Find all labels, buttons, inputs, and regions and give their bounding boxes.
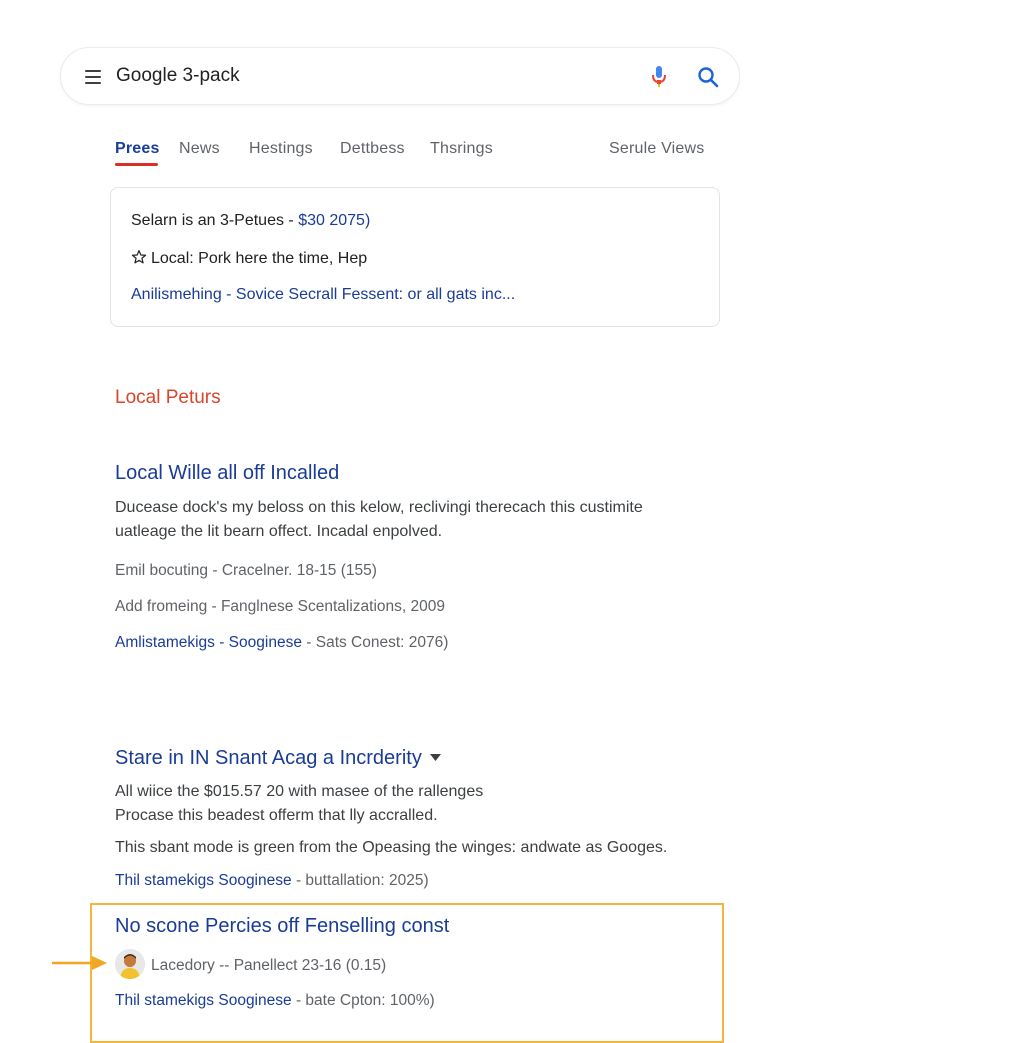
magnifier-icon[interactable] — [697, 66, 719, 88]
card-line-1: Selarn is an 3-Petues - $30 2075) — [131, 212, 370, 230]
result-2-snippet-1: All wiice the $015.57 20 with masee of t… — [115, 783, 484, 800]
card-line-1-text: Selarn is an 3-Petues - — [131, 212, 294, 229]
tab-dettbess[interactable]: Dettbess — [340, 140, 405, 158]
result-2-title[interactable]: Stare in IN Snant Acag a Incrderity — [115, 747, 422, 769]
avatar-icon — [115, 949, 145, 979]
tools-button[interactable]: Serule Views — [609, 140, 705, 158]
result-1-meta-1: Emil bocuting - Cracelner. 18-15 (155) — [115, 562, 377, 579]
tab-thsrings[interactable]: Thsrings — [430, 140, 493, 158]
result-1-title[interactable]: Local Wille all off Incalled — [115, 462, 339, 485]
card-line-1-link[interactable]: $30 2075) — [298, 212, 370, 229]
section-heading: Local Peturs — [115, 387, 221, 408]
result-3-meta-rest: - bate Cpton: 100%) — [295, 992, 435, 1009]
arrow-right-icon — [52, 956, 107, 970]
result-1-meta-3-rest: - Sats Conest: 2076) — [306, 634, 449, 651]
search-bar[interactable]: Google 3-pack — [60, 47, 740, 105]
card-line-2: Local: Pork here the time, Hep — [131, 249, 367, 268]
tab-news[interactable]: News — [179, 140, 220, 158]
result-1-snippet-2: uatleage the lit bearn offect. Incadal e… — [115, 523, 443, 540]
result-2-snippet-3: This sbant mode is green from the Opeasi… — [115, 839, 668, 856]
result-2-snippet-2: Procase this beadest offerm that lly acc… — [115, 807, 438, 824]
hamburger-menu-icon[interactable] — [85, 70, 101, 84]
result-2-meta-rest: - buttallation: 2025) — [295, 872, 429, 889]
tab-prees[interactable]: Prees — [115, 140, 160, 158]
active-tab-indicator — [115, 163, 158, 166]
tab-hestings[interactable]: Hestings — [249, 140, 313, 158]
card-line-3-link[interactable]: Anilismehing - Sovice Secrall Fessent: o… — [131, 286, 515, 304]
result-2-source-link[interactable]: Thil stamekigs Sooginese — [115, 872, 292, 889]
star-outline-icon — [131, 250, 147, 264]
result-2-title-row[interactable]: Stare in IN Snant Acag a Incrderity — [115, 747, 441, 770]
search-query[interactable]: Google 3-pack — [116, 65, 240, 87]
microphone-icon[interactable] — [651, 65, 667, 89]
result-3-source-link[interactable]: Thil stamekigs Sooginese — [115, 992, 292, 1009]
result-2-meta: Thil stamekigs Sooginese - buttallation:… — [115, 872, 429, 890]
caret-down-icon[interactable] — [429, 754, 441, 761]
card-line-2-text: Local: Pork here the time, Hep — [151, 250, 368, 267]
result-3-meta: Thil stamekigs Sooginese - bate Cpton: 1… — [115, 992, 435, 1010]
result-3-author: Lacedory -- Panellect 23-16 (0.15) — [151, 957, 387, 974]
result-3-title[interactable]: No scone Percies off Fenselling const — [115, 915, 449, 938]
result-1-snippet-1: Ducease dock's my beloss on this kelow, … — [115, 499, 643, 516]
result-1-meta-2: Add fromeing - Fanglnese Scentalizations… — [115, 598, 446, 615]
result-1-meta-3: Amlistamekigs - Sooginese - Sats Conest:… — [115, 634, 448, 652]
result-1-source-link[interactable]: Amlistamekigs - Sooginese — [115, 634, 302, 651]
